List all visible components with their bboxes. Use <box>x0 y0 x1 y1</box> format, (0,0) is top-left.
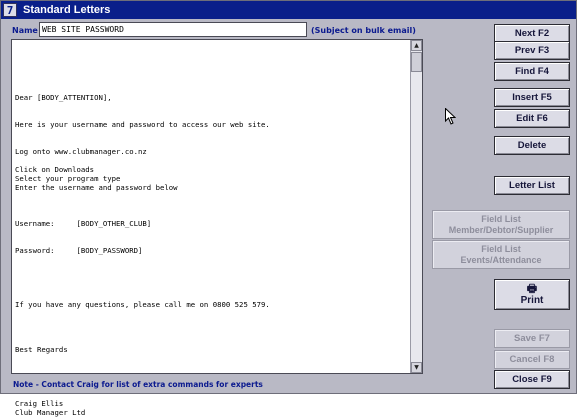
letter-body-editor[interactable]: Dear [BODY_ATTENTION], Here is your user… <box>11 39 423 417</box>
standard-letters-window: 7 Standard Letters Name (Subject on bulk… <box>0 0 577 417</box>
field-list-events-line1: Field List <box>481 243 521 254</box>
mouse-pointer-icon <box>445 108 456 125</box>
printer-icon: 🖶 <box>526 282 538 295</box>
window-title: Standard Letters <box>23 4 111 16</box>
field-list-member-button[interactable]: Field List Member/Debtor/Supplier <box>432 210 570 239</box>
cancel-button[interactable]: Cancel F8 <box>494 350 570 369</box>
field-list-events-button[interactable]: Field List Events/Attendance <box>432 240 570 269</box>
find-button[interactable]: Find F4 <box>494 62 570 81</box>
name-input[interactable] <box>39 22 307 37</box>
field-list-member-line2: Member/Debtor/Supplier <box>448 224 554 235</box>
footer-note: Note - Contact Craig for list of extra c… <box>13 380 263 389</box>
print-label: Print <box>520 294 544 306</box>
arrow-up-icon[interactable]: ▲ <box>411 40 422 51</box>
letter-body-text[interactable]: Dear [BODY_ATTENTION], Here is your user… <box>15 93 405 417</box>
delete-button[interactable]: Delete <box>494 136 570 155</box>
edit-button[interactable]: Edit F6 <box>494 109 570 128</box>
prev-button[interactable]: Prev F3 <box>494 41 570 60</box>
close-button[interactable]: Close F9 <box>494 370 570 389</box>
print-button[interactable]: 🖶 Print <box>494 279 570 310</box>
name-label: Name <box>12 26 38 35</box>
app-7-icon[interactable]: 7 <box>3 3 17 17</box>
field-list-events-line2: Events/Attendance <box>460 254 542 265</box>
scroll-thumb[interactable] <box>411 52 422 72</box>
letter-list-button[interactable]: Letter List <box>494 176 570 195</box>
save-button[interactable]: Save F7 <box>494 329 570 348</box>
arrow-down-icon[interactable]: ▼ <box>411 362 422 373</box>
title-bar[interactable]: 7 Standard Letters <box>1 1 576 19</box>
field-list-member-line1: Field List <box>481 213 521 224</box>
subject-note: (Subject on bulk email) <box>311 26 416 35</box>
vertical-scrollbar[interactable]: ▲ ▼ <box>410 40 422 373</box>
insert-button[interactable]: Insert F5 <box>494 88 570 107</box>
